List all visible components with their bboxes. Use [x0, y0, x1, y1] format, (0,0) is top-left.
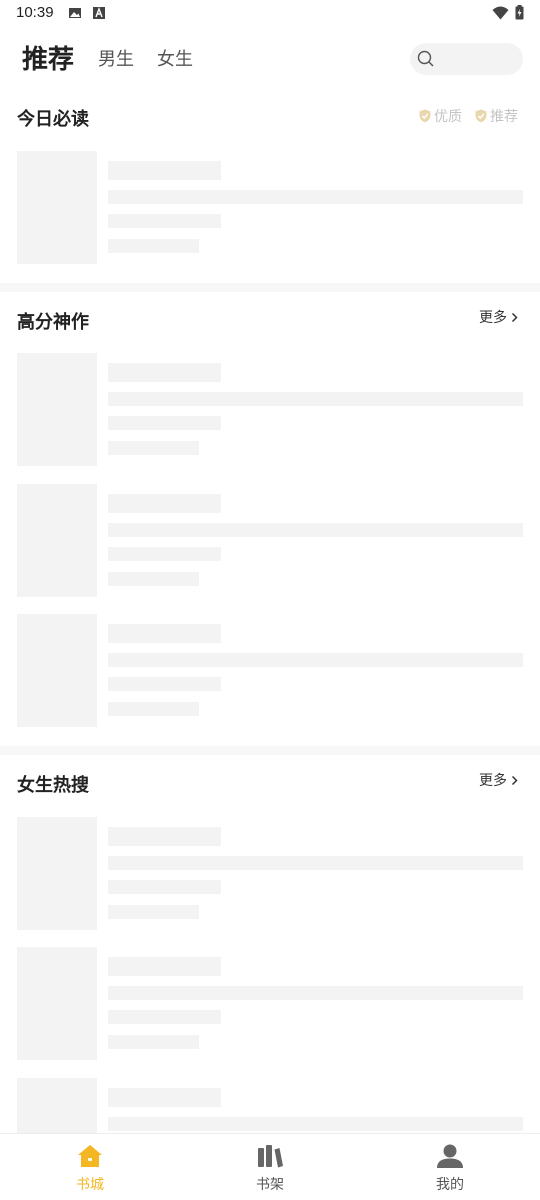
description-placeholder [108, 1117, 523, 1131]
book-cover-placeholder [17, 817, 97, 930]
book-cover-placeholder [17, 1078, 97, 1133]
title-placeholder [108, 827, 221, 846]
font-icon [93, 7, 105, 19]
image-icon [69, 8, 81, 18]
more-link-top-rated[interactable]: 更多 [479, 307, 518, 327]
tab-female[interactable]: 女生 [157, 36, 193, 84]
title-placeholder [108, 624, 221, 643]
nav-item-bookstore[interactable]: 书城 [40, 1134, 140, 1200]
description-placeholder [108, 653, 523, 667]
meta-placeholder [108, 677, 221, 691]
book-card-skeleton[interactable] [17, 614, 523, 727]
meta-placeholder [108, 880, 221, 894]
book-card-skeleton[interactable] [17, 151, 523, 264]
book-card-skeleton[interactable] [17, 353, 523, 466]
tag-placeholder [108, 702, 199, 716]
title-placeholder [108, 363, 221, 382]
status-bar: 10:39 [0, 0, 540, 28]
book-cover-placeholder [17, 151, 97, 264]
section-tags: 优质 推荐 [418, 106, 518, 126]
section-title-female-hot: 女生热搜 [17, 775, 89, 796]
description-placeholder [108, 856, 523, 870]
description-placeholder [108, 190, 523, 204]
meta-placeholder [108, 416, 221, 430]
wifi-icon [492, 6, 509, 19]
profile-icon [437, 1144, 463, 1168]
tag-placeholder [108, 905, 199, 919]
meta-placeholder [108, 1010, 221, 1024]
header: 推荐 男生 女生 [0, 36, 540, 86]
chevron-right-icon [511, 775, 518, 785]
chevron-right-icon [511, 312, 518, 322]
title-placeholder [108, 161, 221, 180]
section-title-daily: 今日必读 [17, 109, 89, 130]
book-card-skeleton[interactable] [17, 947, 523, 1060]
book-cover-placeholder [17, 353, 97, 466]
description-placeholder [108, 986, 523, 1000]
tab-recommend[interactable]: 推荐 [22, 36, 74, 84]
tag-quality: 优质 [418, 106, 462, 126]
section-divider [0, 283, 540, 292]
book-cover-placeholder [17, 484, 97, 597]
bookshelf-icon [258, 1145, 283, 1168]
tag-placeholder [108, 1035, 199, 1049]
title-placeholder [108, 957, 221, 976]
search-box[interactable] [410, 43, 523, 75]
home-icon [78, 1145, 102, 1167]
battery-icon [515, 5, 524, 20]
search-icon [417, 50, 434, 67]
nav-item-profile[interactable]: 我的 [400, 1134, 500, 1200]
book-cover-placeholder [17, 614, 97, 727]
status-time: 10:39 [16, 4, 54, 21]
title-placeholder [108, 494, 221, 513]
bottom-nav: 书城 书架 我的 [0, 1133, 540, 1200]
verified-icon [419, 109, 431, 123]
meta-placeholder [108, 547, 221, 561]
title-placeholder [108, 1088, 221, 1107]
tag-placeholder [108, 441, 199, 455]
book-card-skeleton[interactable] [17, 484, 523, 597]
description-placeholder [108, 392, 523, 406]
meta-placeholder [108, 214, 221, 228]
description-placeholder [108, 523, 523, 537]
book-card-skeleton[interactable] [17, 1078, 523, 1133]
tag-placeholder [108, 572, 199, 586]
verified-icon [475, 109, 487, 123]
section-divider [0, 746, 540, 755]
book-cover-placeholder [17, 947, 97, 1060]
tab-male[interactable]: 男生 [98, 36, 134, 84]
more-link-female-hot[interactable]: 更多 [479, 770, 518, 790]
section-title-top-rated: 高分神作 [17, 312, 89, 333]
nav-item-bookshelf[interactable]: 书架 [220, 1134, 320, 1200]
tag-recommend: 推荐 [474, 106, 518, 126]
book-card-skeleton[interactable] [17, 817, 523, 930]
tag-placeholder [108, 239, 199, 253]
